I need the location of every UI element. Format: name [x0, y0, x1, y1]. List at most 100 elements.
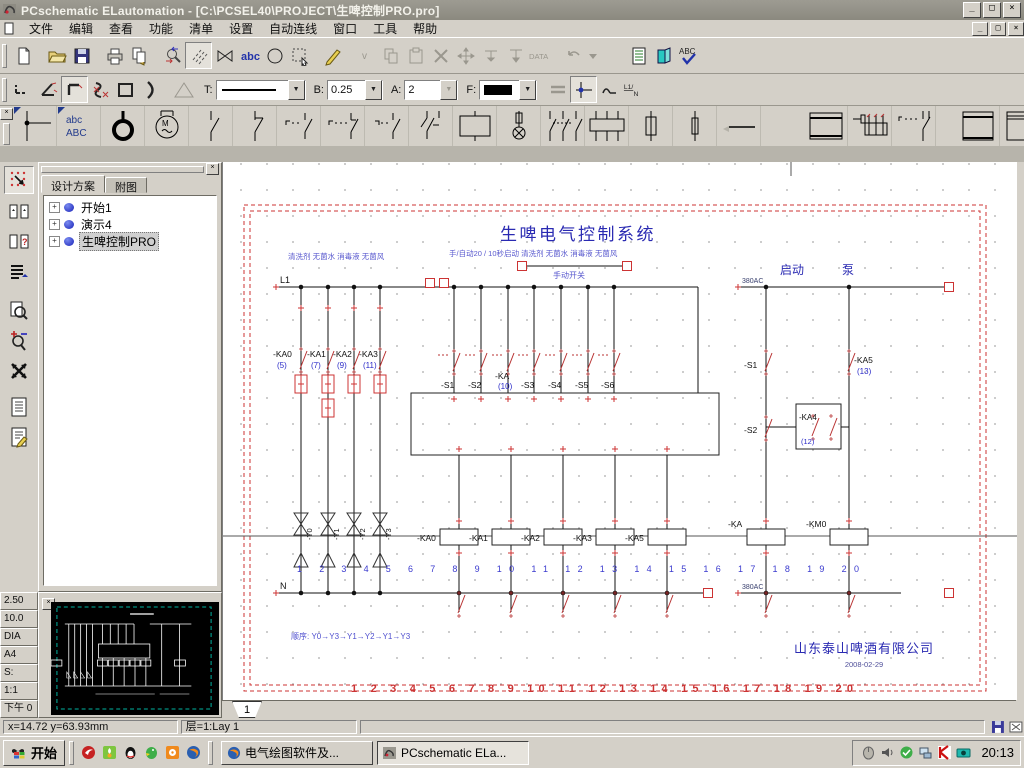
quicklaunch-qq-icon[interactable] — [122, 744, 139, 761]
expand-icon[interactable]: + — [49, 219, 60, 230]
page-list-button[interactable] — [5, 258, 33, 284]
symbol-wire-junction[interactable] — [13, 106, 57, 146]
taskbar-grip[interactable] — [69, 740, 75, 765]
panel-grip[interactable]: × — [39, 163, 221, 175]
symbol-contact-limit[interactable] — [277, 106, 321, 146]
delete-button[interactable] — [428, 43, 453, 68]
conductor-label-button[interactable]: L1/N — [622, 77, 647, 102]
save-state-icon[interactable] — [991, 720, 1006, 734]
combo-arrow-icon[interactable]: ▼ — [519, 79, 537, 100]
parallel-lines-button[interactable] — [545, 77, 570, 102]
menu-item-tools[interactable]: 工具 — [365, 19, 405, 38]
maximize-button[interactable]: □ — [983, 2, 1001, 18]
scale-value-cell[interactable]: 1:1 — [0, 682, 38, 700]
undo-dropdown-button[interactable] — [586, 43, 600, 68]
database-button[interactable] — [651, 43, 676, 68]
dia-mode-cell[interactable]: DIA — [0, 628, 38, 646]
reference-toggle-icon[interactable] — [1009, 720, 1024, 734]
quicklaunch-flashget-icon[interactable] — [80, 744, 97, 761]
rectangle-tool-button[interactable] — [113, 77, 138, 102]
transfer-up-button[interactable] — [478, 43, 503, 68]
task-pcschematic-window[interactable]: PCschematic ELa... — [377, 740, 530, 765]
quicklaunch-feixin-icon[interactable] — [101, 744, 118, 761]
tray-volume-icon[interactable] — [880, 745, 895, 760]
symbol-conductor-line[interactable] — [717, 106, 761, 146]
page-help-button[interactable]: ? — [5, 228, 33, 254]
tray-kaspersky-icon[interactable] — [937, 745, 952, 760]
clock-cell[interactable]: 下午 0 — [0, 700, 38, 718]
combo-arrow-icon[interactable]: ▼ — [364, 79, 382, 100]
symbol-coil[interactable] — [453, 106, 497, 146]
clock[interactable]: 20:13 — [981, 745, 1014, 760]
taskbar-grip[interactable] — [208, 740, 214, 765]
tray-antivirus-icon[interactable] — [899, 745, 914, 760]
symbol-lamp[interactable] — [497, 106, 541, 146]
symbol-terminal-strip[interactable] — [848, 106, 892, 146]
angle-combo[interactable]: 2 ▼ — [404, 79, 459, 100]
undo-button[interactable] — [561, 43, 586, 68]
symbol-motor[interactable]: M — [145, 106, 189, 146]
menu-item-help[interactable]: 帮助 — [405, 19, 445, 38]
triangle-tool-button[interactable] — [171, 77, 196, 102]
symbol-earth[interactable] — [101, 106, 145, 146]
angled-line-tool-button[interactable] — [36, 77, 61, 102]
snap-value-cell[interactable]: 2.50 — [0, 592, 38, 610]
toolbar-grip[interactable] — [2, 43, 7, 68]
symbol-fuse[interactable] — [629, 106, 673, 146]
tray-camera-icon[interactable] — [956, 745, 971, 760]
symbol-relay-block[interactable] — [804, 106, 848, 146]
object-lister-button[interactable] — [626, 43, 651, 68]
symbol-contact-push[interactable] — [365, 106, 409, 146]
new-document-button[interactable] — [11, 43, 36, 68]
tray-mouse-icon[interactable] — [861, 745, 876, 760]
panel-close-icon[interactable]: × — [206, 163, 219, 175]
menu-item-lists[interactable]: 清单 — [181, 19, 221, 38]
scale-label-cell[interactable]: S: — [0, 664, 38, 682]
drawing-canvas[interactable]: 生啤电气控制系统 清洗剂 无菌水 消毒液 无菌风 手/自动20 / 10秒启动 … — [223, 162, 1017, 700]
paste-button[interactable] — [403, 43, 428, 68]
circle-mode-button[interactable] — [262, 43, 287, 68]
title-bar[interactable]: PCschematic ELautomation - [C:\PCSEL40\P… — [0, 0, 1024, 20]
quicklaunch-firefox-icon[interactable] — [185, 744, 202, 761]
child-minimize-button[interactable]: _ — [972, 21, 988, 36]
perpendicular-tool-button[interactable] — [61, 76, 88, 103]
replace-symbol-button[interactable] — [160, 43, 185, 68]
menu-item-settings[interactable]: 设置 — [221, 19, 261, 38]
symbols-mode-button[interactable] — [212, 43, 237, 68]
grid-value-cell[interactable]: 10.0 — [0, 610, 38, 628]
transfer-down-button[interactable] — [503, 43, 528, 68]
toolbar-grip2[interactable] — [2, 77, 7, 102]
symbol-fuse-thin[interactable] — [673, 106, 717, 146]
symbol-plc-block-1[interactable] — [956, 106, 1000, 146]
print-button[interactable] — [102, 43, 127, 68]
page-data-button[interactable] — [5, 394, 33, 420]
pan-button[interactable] — [5, 358, 33, 384]
quicklaunch-wangwang-icon[interactable] — [164, 744, 181, 761]
zoom-page-button[interactable] — [5, 298, 33, 324]
menu-item-autorouting[interactable]: 自动连线 — [261, 19, 325, 38]
symbol-triple-contact[interactable] — [541, 106, 585, 146]
tray-network-icon[interactable] — [918, 745, 933, 760]
tree-item-demo4[interactable]: + 演示4 — [44, 216, 216, 233]
conductor-junction-button[interactable] — [570, 76, 598, 103]
child-close-button[interactable]: × — [1008, 21, 1024, 36]
palette-grip[interactable] — [3, 123, 10, 145]
color-combo[interactable]: ▼ — [479, 79, 538, 100]
spellcheck-button[interactable]: ABC — [676, 43, 701, 68]
menu-item-file[interactable]: 文件 — [21, 19, 61, 38]
task-browser-window[interactable]: 电气绘图软件及... — [221, 740, 374, 765]
polyline-tool-button[interactable] — [11, 77, 36, 102]
menu-item-view[interactable]: 查看 — [101, 19, 141, 38]
start-button[interactable]: 开始 — [3, 739, 66, 766]
page-tab-1[interactable]: 1 — [232, 701, 262, 718]
page-browse-button[interactable] — [5, 198, 33, 224]
menu-item-window[interactable]: 窗口 — [325, 19, 365, 38]
expand-icon[interactable]: + — [49, 236, 60, 247]
area-select-button[interactable] — [287, 43, 312, 68]
menu-item-edit[interactable]: 编辑 — [61, 19, 101, 38]
combo-arrow-icon[interactable]: ▼ — [440, 79, 458, 100]
tree-item-beer-control[interactable]: + 生啤控制PRO — [44, 232, 216, 251]
data-button[interactable]: DATA — [528, 43, 553, 68]
text-mode-button[interactable]: abc — [237, 43, 262, 68]
curve-tool-button[interactable] — [88, 77, 113, 102]
